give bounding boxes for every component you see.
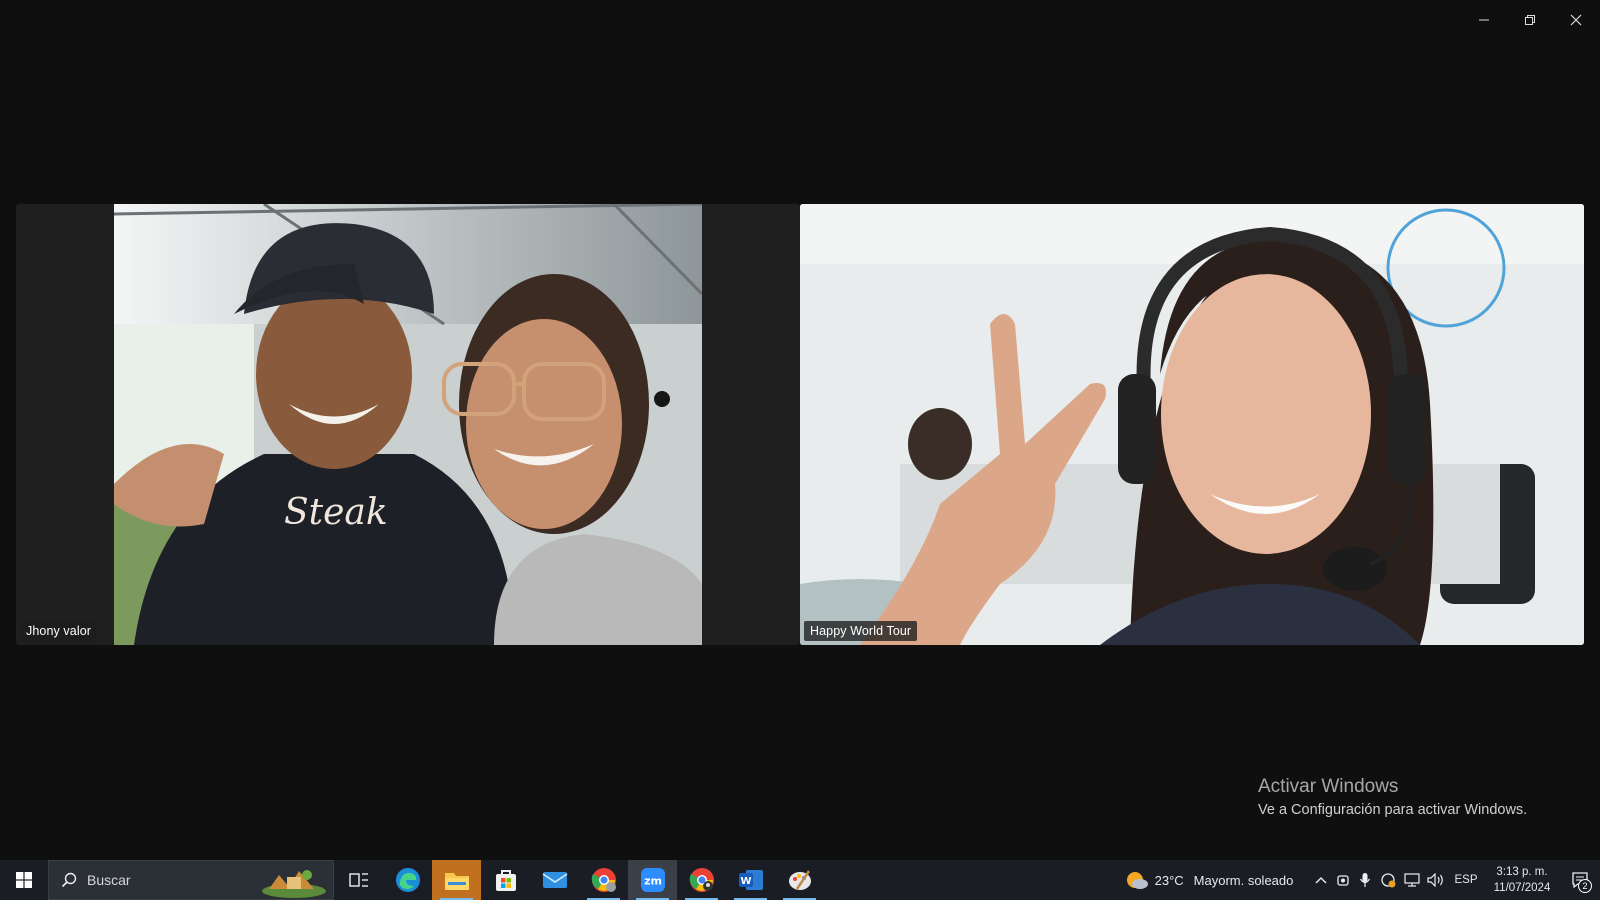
weather-widget[interactable]: 23°C Mayorm. soleado xyxy=(1114,860,1304,900)
search-placeholder: Buscar xyxy=(87,872,131,888)
windows-activation-watermark: Activar Windows Ve a Configuración para … xyxy=(1258,776,1527,818)
folder-icon xyxy=(444,873,469,890)
edge-browser-icon xyxy=(395,868,420,892)
taskbar-app-store[interactable] xyxy=(481,860,530,900)
task-view-button[interactable] xyxy=(334,860,383,900)
microphone-in-use-indicator[interactable] xyxy=(1354,860,1376,900)
weather-condition: Mayorm. soleado xyxy=(1193,872,1294,888)
windows-logo-icon xyxy=(16,872,32,888)
search-icon xyxy=(61,872,77,888)
taskbar-search-box[interactable]: Buscar xyxy=(48,860,334,900)
network-icon xyxy=(1404,873,1420,887)
participant-name-label: Happy World Tour xyxy=(804,621,918,641)
video-tile-jhony-valor[interactable]: Steak Jhony valor xyxy=(16,204,800,645)
input-language-indicator[interactable]: ESP xyxy=(1448,860,1484,900)
clock[interactable]: 3:13 p. m. 11/07/2024 xyxy=(1484,860,1560,900)
video-frame xyxy=(800,204,1584,645)
start-button[interactable] xyxy=(0,860,48,900)
participant-name-label: Jhony valor xyxy=(20,621,98,641)
mail-envelope-icon xyxy=(542,872,567,888)
svg-text:W: W xyxy=(740,876,751,887)
speaker-icon xyxy=(1427,873,1443,887)
weather-temp: 23°C xyxy=(1154,872,1184,888)
camera-in-use-indicator[interactable] xyxy=(1332,860,1354,900)
taskbar-app-file-explorer[interactable] xyxy=(432,860,481,900)
taskbar-app-word[interactable]: W xyxy=(726,860,775,900)
word-icon: W xyxy=(738,870,763,890)
activation-subtitle: Ve a Configuración para activar Windows. xyxy=(1258,802,1528,818)
taskbar-app-zoom[interactable]: zm xyxy=(628,860,677,900)
video-tile-happy-world-tour[interactable]: Happy World Tour xyxy=(800,204,1584,645)
task-view-icon xyxy=(348,873,368,887)
taskbar-app-chrome-profile[interactable] xyxy=(579,860,628,900)
sync-alert-icon xyxy=(1381,873,1396,888)
taskbar-app-paint[interactable] xyxy=(775,860,824,900)
restore-icon xyxy=(1525,15,1535,25)
network-indicator[interactable] xyxy=(1400,860,1424,900)
restore-button[interactable] xyxy=(1510,6,1550,34)
clock-date: 11/07/2024 xyxy=(1493,882,1551,894)
taskbar: Buscar zm W 23°C Mayorm. soleado ESP 3:1… xyxy=(0,860,1600,900)
video-frame: Steak xyxy=(114,204,702,645)
minimize-icon xyxy=(1479,19,1489,21)
search-highlight-illustration-icon xyxy=(262,870,326,898)
participant-video xyxy=(800,204,1584,645)
paint-palette-icon xyxy=(788,870,811,890)
camera-icon xyxy=(1337,875,1349,886)
windows-update-indicator[interactable] xyxy=(1376,860,1400,900)
minimize-button[interactable] xyxy=(1464,6,1504,34)
show-hidden-icons-button[interactable] xyxy=(1310,860,1332,900)
participant-video: Steak xyxy=(114,204,702,645)
taskbar-app-edge[interactable] xyxy=(383,860,432,900)
close-icon xyxy=(1570,14,1582,26)
zoom-icon: zm xyxy=(640,868,665,892)
partly-sunny-icon xyxy=(1126,872,1148,889)
taskbar-app-mail[interactable] xyxy=(530,860,579,900)
volume-control[interactable] xyxy=(1424,860,1448,900)
notification-center-button[interactable]: 2 xyxy=(1560,860,1600,900)
svg-text:zm: zm xyxy=(644,875,662,888)
chrome-icon xyxy=(689,868,714,892)
taskbar-app-chrome[interactable] xyxy=(677,860,726,900)
clock-time: 3:13 p. m. xyxy=(1496,866,1548,878)
svg-text:Steak: Steak xyxy=(284,492,388,533)
close-button[interactable] xyxy=(1556,6,1596,34)
chrome-profile-icon xyxy=(591,868,616,892)
notification-count-badge: 2 xyxy=(1578,879,1592,893)
system-tray: 23°C Mayorm. soleado ESP 3:13 p. m. 11/0… xyxy=(1114,860,1600,900)
microphone-icon xyxy=(1359,873,1371,887)
store-bag-icon xyxy=(495,870,516,891)
chevron-up-icon xyxy=(1315,877,1327,884)
activation-title: Activar Windows xyxy=(1258,776,1399,797)
